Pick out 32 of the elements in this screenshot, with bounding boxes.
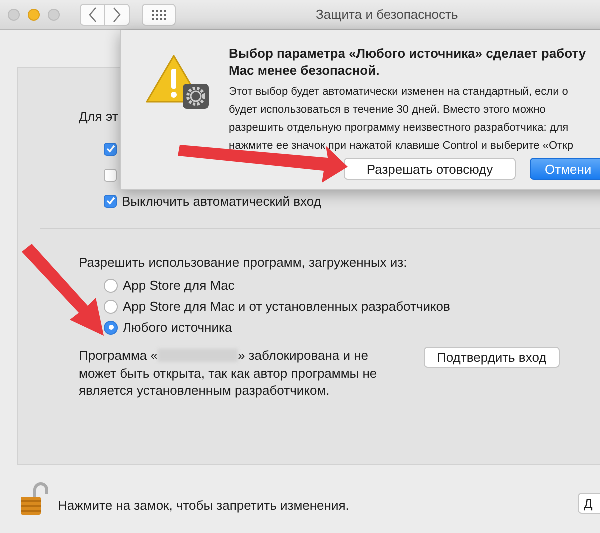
dialog-button[interactable]: Разрешать отовсюду [344,158,516,180]
radio-label: App Store для Mac [123,278,235,293]
window-title: Защита и безопасность [316,7,458,22]
forward-button[interactable] [105,4,130,26]
dialog-text: будет использоваться в течение 30 дней. Вместо этого можно [229,103,547,118]
window-button[interactable] [28,8,40,20]
checkbox[interactable] [104,142,117,156]
dialog-text: разрешить отдельную программу неизвестного разработчика: для [229,121,570,136]
footer-button[interactable]: Д [578,492,600,514]
radio-label: App Store для Mac и от установленных разработчиков [123,299,450,314]
section-heading: Для эт [79,108,118,126]
blocked-message: Программа « » заблокирована и не может быть открыта, так как автор программы не является установленным разработчиком. [79,347,378,400]
radio-button[interactable] [104,278,118,292]
dialog-title: Выбор параметра «Любого источника» сделает работу [229,45,588,62]
dialog-text: Этот выбор будет автоматически изменен на стандартный, если о [229,85,570,100]
show-all-button[interactable] [142,4,176,26]
checkbox[interactable] [104,194,117,208]
radio-label: Любого источника [123,320,232,335]
dialog-text: нажмите ее значок при нажатой клавише Control и выберите «Откр [229,139,574,154]
section-heading: Разрешить использование программ, загруженных из: [79,254,408,272]
radio-button[interactable] [104,300,118,314]
radio-button[interactable] [104,320,118,334]
checkbox[interactable] [104,168,117,182]
chevron-right-icon [112,6,122,22]
warning-icon [146,54,212,110]
checkbox-label: Выключить автоматический вход [122,194,322,208]
grid-icon [152,10,166,20]
back-button[interactable] [80,4,105,26]
confirm-button[interactable]: Подтвердить вход [424,347,560,368]
dialog-title: Mac менее безопасной. [229,62,381,79]
lock-hint: Нажмите на замок, чтобы запретить изменения. [58,498,350,512]
chevron-left-icon [88,6,98,22]
